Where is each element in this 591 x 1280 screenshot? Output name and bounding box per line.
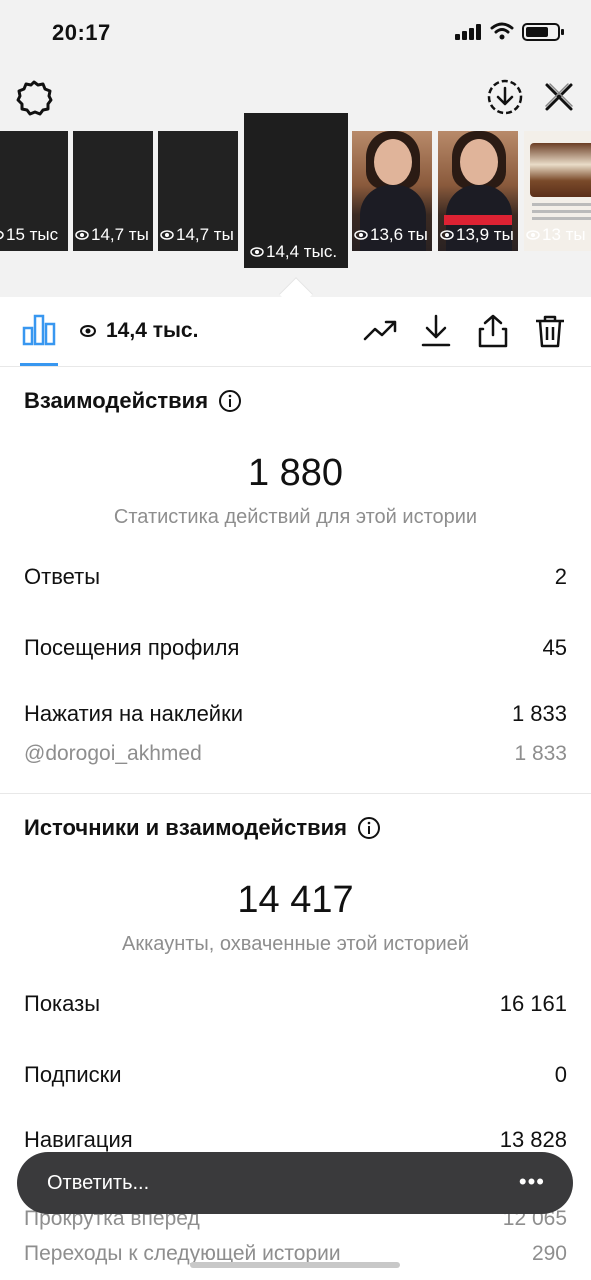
eye-icon bbox=[250, 247, 264, 257]
cake-image bbox=[530, 143, 591, 197]
view-count: 15 тыс bbox=[0, 225, 58, 245]
stat-row-mention-sticker: @dorogoi_akhmed 1 833 bbox=[24, 742, 567, 766]
wifi-icon bbox=[490, 22, 514, 40]
eye-icon bbox=[0, 230, 4, 240]
view-count: 13,9 ты bbox=[440, 225, 514, 245]
download-icon[interactable] bbox=[418, 313, 454, 349]
home-indicator bbox=[190, 1262, 400, 1268]
settings-gear-button[interactable] bbox=[14, 78, 54, 118]
status-time: 20:17 bbox=[52, 20, 111, 45]
stat-row-follows: Подписки 0 bbox=[24, 1062, 567, 1088]
stat-row-profile-visits: Посещения профиля 45 bbox=[24, 635, 567, 661]
story-thumbnail[interactable]: 14,7 ты bbox=[73, 131, 153, 251]
stat-label: Посещения профиля bbox=[24, 635, 240, 660]
view-count: 14,7 ты bbox=[160, 225, 234, 245]
stat-row-impressions: Показы 16 161 bbox=[24, 991, 567, 1017]
stat-label: Показы bbox=[24, 991, 101, 1016]
trending-icon[interactable] bbox=[362, 313, 398, 349]
stat-value: 16 161 bbox=[499, 991, 567, 1016]
eye-icon bbox=[354, 230, 368, 240]
story-strip-area: 20:17 15 тыс 14,7 ты 14,7 ты 14,4 тыс. 1… bbox=[0, 0, 591, 297]
reach-caption: Аккаунты, охваченные этой историей bbox=[122, 933, 469, 955]
story-thumbnail-strip: 15 тыс 14,7 ты 14,7 ты 14,4 тыс. 13,6 ты… bbox=[0, 113, 591, 273]
save-story-button[interactable] bbox=[484, 76, 526, 118]
photo-face bbox=[460, 139, 498, 185]
post-text-lines bbox=[532, 203, 591, 224]
eye-icon bbox=[440, 230, 454, 240]
reply-input[interactable]: Ответить... ••• bbox=[17, 1152, 573, 1214]
discovery-heading: Источники и взаимодействия bbox=[24, 815, 381, 841]
more-options-button[interactable]: ••• bbox=[519, 1171, 545, 1193]
view-count: 13,6 ты bbox=[354, 225, 428, 245]
sticker-value: 1 833 bbox=[514, 742, 567, 765]
active-tab-underline bbox=[20, 363, 58, 366]
share-icon[interactable] bbox=[475, 313, 511, 349]
view-count: 13 ты bbox=[526, 225, 586, 245]
sticker-label: @dorogoi_akhmed bbox=[24, 742, 202, 765]
stat-row-navigation: Навигация 13 828 bbox=[24, 1127, 567, 1153]
download-circle-icon bbox=[487, 79, 523, 115]
interactions-heading: Взаимодействия bbox=[24, 388, 242, 414]
stat-value: 13 828 bbox=[499, 1127, 567, 1152]
trash-icon[interactable] bbox=[532, 313, 568, 349]
reply-placeholder: Ответить... bbox=[47, 1171, 150, 1194]
toolbar-view-count: 14,4 тыс. bbox=[80, 319, 198, 343]
stat-label: Нажатия на наклейки bbox=[24, 701, 244, 726]
info-icon[interactable] bbox=[357, 816, 381, 840]
story-thumbnail[interactable]: 13 ты bbox=[524, 131, 591, 251]
mention-sticker bbox=[444, 215, 512, 225]
info-icon[interactable] bbox=[218, 389, 242, 413]
story-thumbnail[interactable]: 13,9 ты bbox=[438, 131, 518, 251]
interactions-total: 1 880 bbox=[247, 452, 344, 494]
gear-icon bbox=[16, 80, 53, 116]
stat-label: Навигация bbox=[24, 1127, 133, 1152]
stat-label: Ответы bbox=[24, 564, 101, 589]
close-icon bbox=[545, 83, 573, 111]
stat-value: 290 bbox=[531, 1242, 567, 1265]
interactions-title: Взаимодействия bbox=[24, 388, 209, 413]
story-thumbnail[interactable]: 15 тыс bbox=[0, 131, 68, 251]
status-bar: 20:17 bbox=[0, 0, 591, 64]
stat-row-replies: Ответы 2 bbox=[24, 564, 567, 590]
eye-icon bbox=[526, 230, 540, 240]
signal-icon bbox=[455, 24, 485, 40]
stat-value: 45 bbox=[542, 635, 567, 660]
stats-toolbar: 14,4 тыс. bbox=[0, 297, 591, 367]
close-button[interactable] bbox=[538, 76, 580, 118]
eye-icon bbox=[160, 230, 174, 240]
story-thumbnail-selected[interactable]: 14,4 тыс. bbox=[244, 113, 348, 268]
bar-chart-icon[interactable] bbox=[22, 312, 56, 346]
section-divider bbox=[0, 793, 591, 794]
view-count: 14,4 тыс. bbox=[250, 242, 337, 262]
story-thumbnail[interactable]: 14,7 ты bbox=[158, 131, 238, 251]
discovery-title: Источники и взаимодействия bbox=[24, 815, 347, 840]
stat-value: 1 833 bbox=[511, 701, 567, 726]
eye-icon bbox=[75, 230, 89, 240]
eye-icon bbox=[80, 325, 96, 337]
view-count: 14,7 ты bbox=[75, 225, 149, 245]
stat-value: 0 bbox=[554, 1062, 567, 1087]
stat-row-sticker-taps: Нажатия на наклейки 1 833 bbox=[24, 701, 567, 727]
stat-value: 2 bbox=[554, 564, 567, 589]
reach-total: 14 417 bbox=[237, 879, 354, 921]
battery-icon bbox=[522, 23, 564, 41]
story-thumbnail[interactable]: 13,6 ты bbox=[352, 131, 432, 251]
stat-label: Подписки bbox=[24, 1062, 122, 1087]
photo-face bbox=[374, 139, 412, 185]
interactions-caption: Статистика действий для этой истории bbox=[113, 506, 478, 528]
